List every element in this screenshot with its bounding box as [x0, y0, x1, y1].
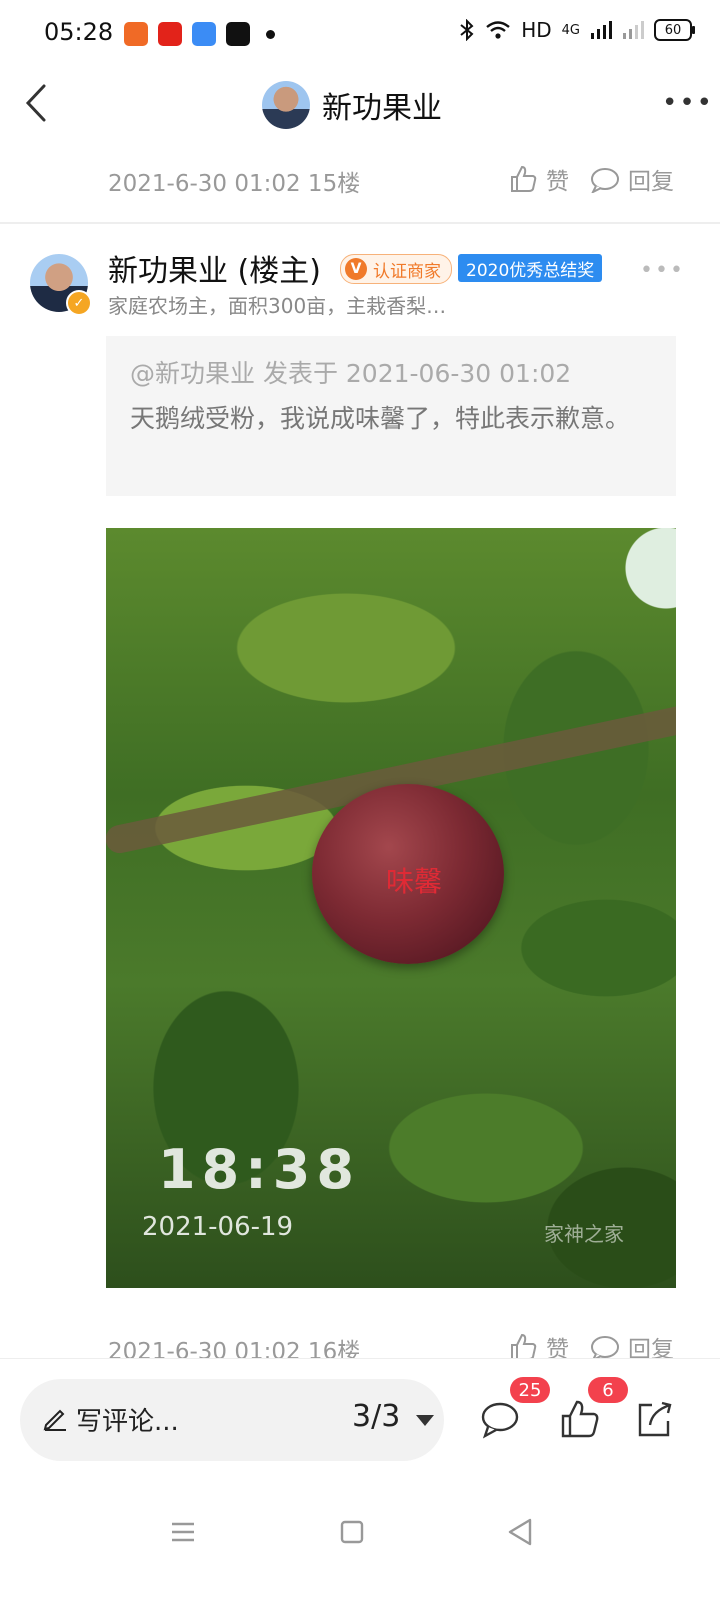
reply-button[interactable]: 回复 [590, 162, 674, 196]
battery-level: 60 [664, 22, 682, 38]
comment-count-badge: 25 [510, 1377, 550, 1403]
battery-icon: 60 [654, 19, 695, 41]
signal-2-icon [623, 21, 644, 39]
thumbs-up-icon [511, 165, 537, 192]
verified-merchant-badge[interactable]: V 认证商家 [340, 254, 452, 284]
system-nav-bar [0, 1480, 720, 1600]
tiktok-icon [226, 22, 250, 46]
like-label: 赞 [546, 169, 569, 195]
status-time: 05:28 [44, 18, 114, 46]
pen-icon [43, 1409, 66, 1431]
bottom-action-bar: 写评论... 3/3 25 6 [0, 1358, 720, 1481]
author-name[interactable]: 新功果业 (楼主) [108, 246, 321, 290]
chevron-down-icon[interactable] [416, 1415, 434, 1426]
award-badge[interactable]: 2020优秀总结奖 [458, 254, 603, 282]
share-icon[interactable] [632, 1397, 676, 1441]
back-icon[interactable] [18, 80, 58, 126]
floor-row-15: 2021-6-30 01:02 15楼 赞 回复 [0, 150, 720, 210]
comment-placeholder: 写评论... [76, 1407, 179, 1437]
signal-type: 4G [561, 22, 580, 38]
fruit-label: 味馨 [386, 865, 443, 898]
comment-icon [591, 168, 619, 193]
photo-watermark: 家神之家 [544, 1222, 624, 1246]
status-bar: 05:28 HD 4G 60 [0, 0, 720, 70]
comment-icon[interactable] [478, 1397, 522, 1441]
post-photo[interactable]: 味馨 18:38 2021-06-19 家神之家 [106, 528, 676, 1288]
comment-icon [591, 1336, 619, 1361]
thumbs-up-icon[interactable] [558, 1397, 602, 1441]
quote-body: 天鹅绒受粉，我说成味馨了，特此表示歉意。 [130, 404, 631, 433]
blue-chat-icon [192, 22, 216, 46]
signal-icon [591, 21, 612, 39]
photo-date-stamp: 2021-06-19 [142, 1212, 294, 1242]
comment-input[interactable]: 写评论... 3/3 [20, 1379, 444, 1461]
reply-label: 回复 [628, 169, 674, 195]
page-indicator[interactable]: 3/3 [352, 1399, 400, 1434]
v-badge-icon: V [345, 258, 367, 280]
home-icon[interactable] [330, 1510, 374, 1554]
page-title: 新功果业 [322, 91, 442, 126]
avatar[interactable] [262, 81, 310, 129]
verified-label: 认证商家 [373, 261, 441, 282]
post-more-icon[interactable]: ••• [640, 258, 685, 283]
verified-mark-icon: ✓ [66, 290, 92, 316]
notification-dot-icon [266, 30, 275, 39]
menu-icon[interactable] [160, 1510, 204, 1554]
jingdong-icon [158, 22, 182, 46]
header-title[interactable]: 新功果业 [262, 78, 442, 132]
back-nav-icon[interactable] [498, 1510, 542, 1554]
author-bio: 家庭农场主，面积300亩，主栽香梨… [108, 294, 447, 318]
network-type: HD [521, 18, 552, 42]
quote-header: @新功果业 发表于 2021-06-30 01:02 [130, 359, 572, 388]
ikea-like-app-icon [124, 22, 148, 46]
top-header: 新功果业 ••• [0, 70, 720, 140]
wifi-icon [486, 21, 510, 39]
bluetooth-icon [460, 19, 474, 41]
like-count-badge: 6 [588, 1377, 628, 1403]
photo-time-stamp: 18:38 [158, 1138, 360, 1201]
divider [0, 222, 720, 224]
status-right: HD 4G 60 [459, 18, 695, 42]
quoted-reply[interactable]: @新功果业 发表于 2021-06-30 01:02 天鹅绒受粉，我说成味馨了，… [106, 336, 676, 496]
floor-meta: 2021-6-30 01:02 15楼 [108, 171, 361, 197]
more-options-icon[interactable]: ••• [662, 88, 712, 118]
like-button[interactable]: 赞 [508, 162, 569, 196]
